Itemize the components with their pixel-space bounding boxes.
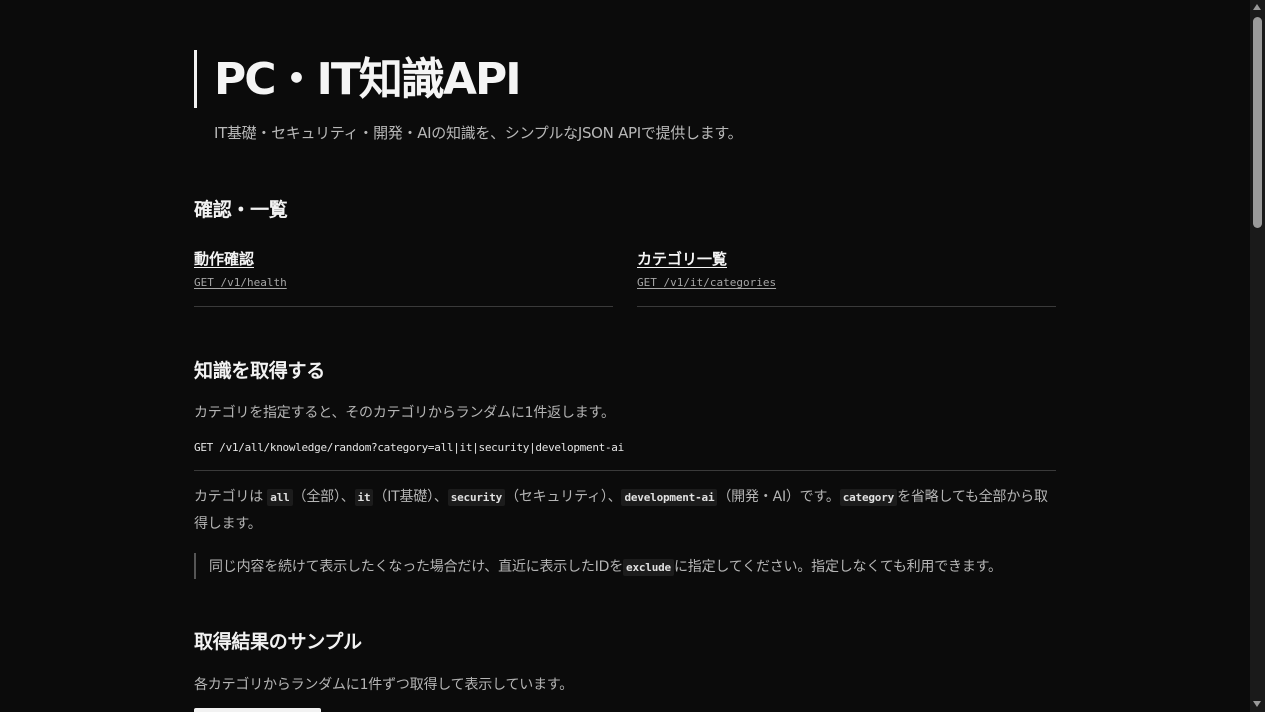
code-security: security bbox=[447, 489, 506, 506]
page-title: PC・IT知識API bbox=[214, 54, 522, 105]
card-categories-path[interactable]: GET /v1/it/categories bbox=[637, 276, 776, 289]
divider bbox=[194, 470, 1056, 471]
categories-prefix: カテゴリは bbox=[194, 489, 263, 505]
knowledge-description: カテゴリを指定すると、そのカテゴリからランダムに1件返します。 bbox=[194, 405, 615, 421]
scroll-thumb[interactable] bbox=[1253, 17, 1262, 228]
label-all: （全部）、 bbox=[292, 489, 355, 505]
sample-card-top[interactable] bbox=[194, 708, 321, 712]
main-content: PC・IT知識API IT基礎・セキュリティ・開発・AIの知識を、シンプルなJS… bbox=[194, 50, 1056, 712]
card-categories[interactable]: カテゴリ一覧 GET /v1/it/categories bbox=[637, 248, 1056, 307]
card-health-path[interactable]: GET /v1/health bbox=[194, 276, 287, 289]
page-subtitle: IT基礎・セキュリティ・開発・AIの知識を、シンプルなJSON APIで提供しま… bbox=[214, 124, 743, 142]
knowledge-endpoint: GET /v1/all/knowledge/random?category=al… bbox=[194, 441, 624, 454]
label-development-ai: （開発・AI）です。 bbox=[717, 489, 840, 505]
code-all: all bbox=[267, 489, 293, 506]
vertical-scrollbar[interactable] bbox=[1250, 0, 1265, 712]
note-before: 同じ内容を続けて表示したくなった場合だけ、直近に表示したIDを bbox=[209, 559, 624, 575]
sample-description: 各カテゴリからランダムに1件ずつ取得して表示しています。 bbox=[194, 677, 574, 693]
card-health-title[interactable]: 動作確認 bbox=[194, 248, 254, 269]
scroll-down-arrow-icon[interactable] bbox=[1253, 701, 1261, 707]
note-after: に指定してください。指定しなくても利用できます。 bbox=[673, 559, 1002, 575]
code-development-ai: development-ai bbox=[621, 489, 718, 506]
section-heading-overview: 確認・一覧 bbox=[194, 199, 288, 221]
label-security: （セキュリティ）、 bbox=[505, 489, 622, 505]
exclude-note: 同じ内容を続けて表示したくなった場合だけ、直近に表示したIDを exclude に指… bbox=[194, 553, 1058, 579]
code-category: category bbox=[839, 489, 898, 506]
code-exclude: exclude bbox=[623, 559, 674, 576]
title-accent-bar bbox=[194, 50, 197, 108]
card-health[interactable]: 動作確認 GET /v1/health bbox=[194, 248, 613, 307]
scroll-up-arrow-icon[interactable] bbox=[1253, 4, 1261, 10]
code-it: it bbox=[354, 489, 374, 506]
page: PC・IT知識API IT基礎・セキュリティ・開発・AIの知識を、シンプルなJS… bbox=[0, 0, 1250, 712]
exclude-note-text: 同じ内容を続けて表示したくなった場合だけ、直近に表示したIDを exclude に指… bbox=[209, 556, 1002, 576]
card-categories-title[interactable]: カテゴリ一覧 bbox=[637, 248, 727, 269]
label-it: （IT基礎）、 bbox=[373, 489, 448, 505]
section-heading-sample: 取得結果のサンプル bbox=[194, 631, 362, 653]
section-heading-knowledge: 知識を取得する bbox=[194, 360, 325, 382]
page-header: PC・IT知識API bbox=[194, 50, 1056, 110]
categories-explanation: カテゴリは all （全部）、 it （IT基礎）、 security （セキュリティ）、… bbox=[194, 484, 1056, 538]
